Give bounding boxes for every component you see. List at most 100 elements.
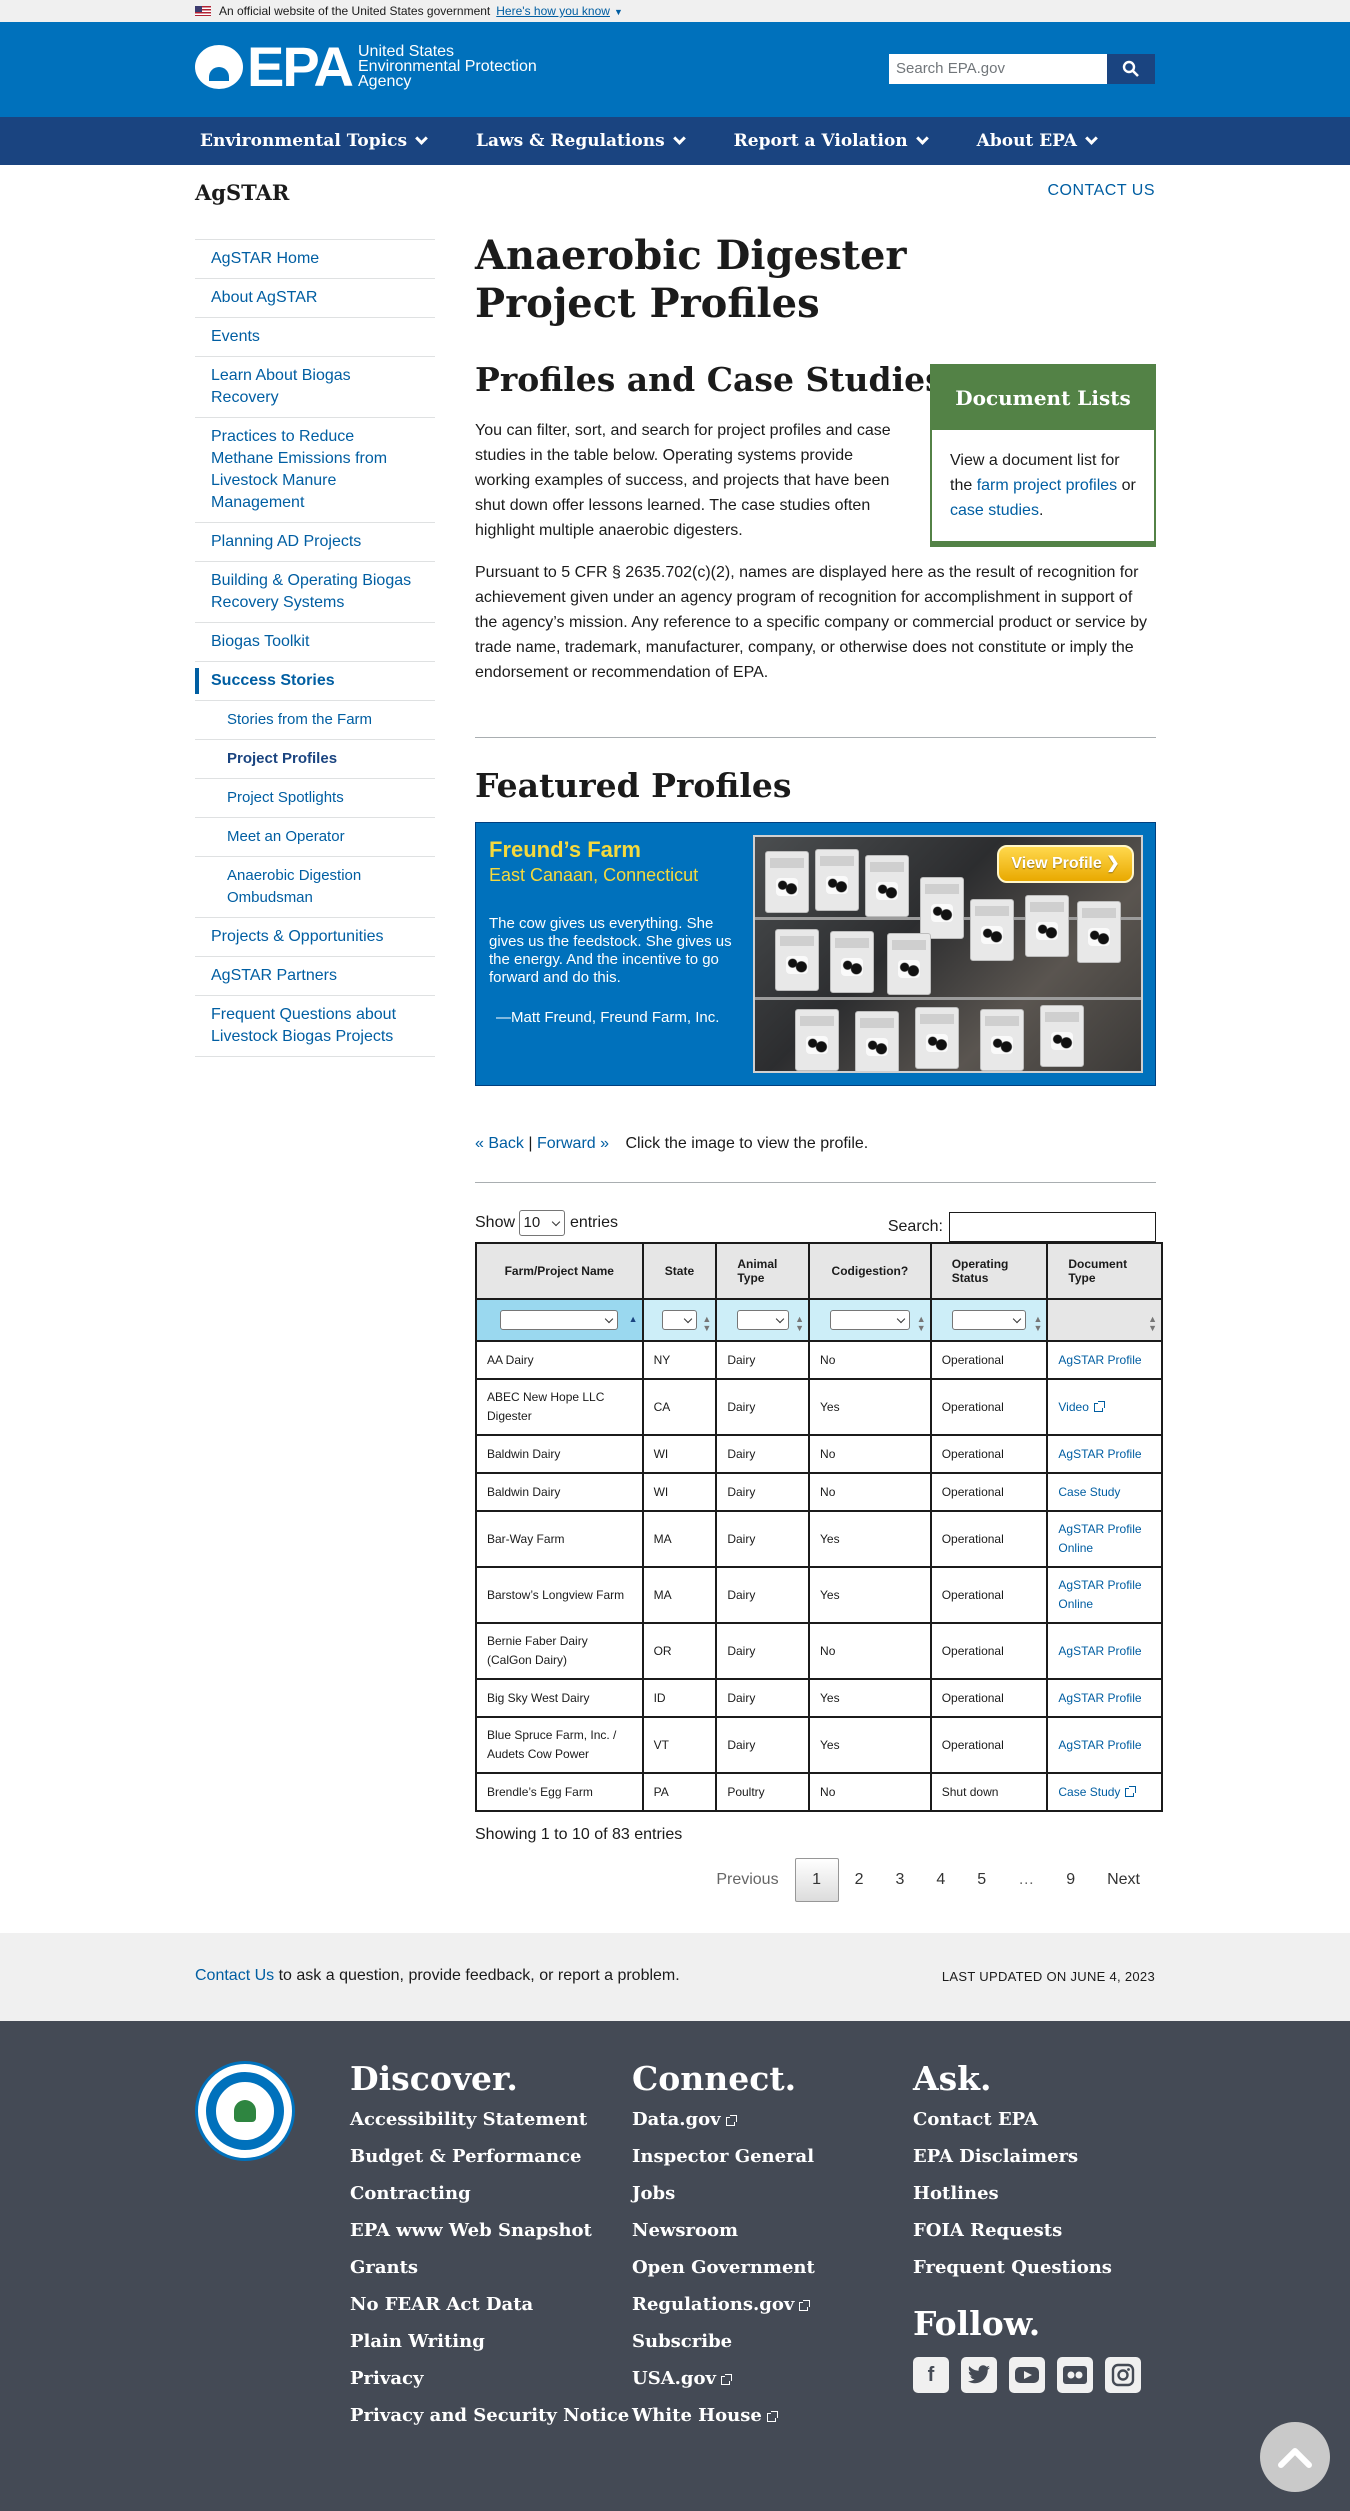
document-link[interactable]: AgSTAR Profile <box>1058 1691 1141 1705</box>
footer-link[interactable]: Subscribe <box>632 2332 815 2352</box>
footer-link[interactable]: EPA Disclaimers <box>913 2147 1141 2167</box>
document-link[interactable]: AgSTAR Profile Online <box>1058 1522 1141 1555</box>
document-link[interactable]: Case Study <box>1058 1485 1120 1499</box>
nav-about-epa[interactable]: About EPA <box>977 117 1098 165</box>
footer-link[interactable]: Plain Writing <box>350 2332 629 2352</box>
previous-page-button[interactable]: Previous <box>700 1859 794 1901</box>
sidebar-item[interactable]: About AgSTAR <box>195 279 435 318</box>
sort-icon[interactable]: ▲ ▼ <box>795 1315 804 1333</box>
page-button[interactable]: 3 <box>879 1859 920 1901</box>
document-link[interactable]: AgSTAR Profile Online <box>1058 1578 1141 1611</box>
epa-seal-icon[interactable] <box>195 2061 295 2161</box>
featured-profile-banner[interactable]: Freund’s Farm East Canaan, Connecticut T… <box>475 822 1156 1086</box>
entries-select[interactable]: 10 <box>519 1210 566 1236</box>
page-button-current[interactable]: 1 <box>794 1858 839 1902</box>
contact-us-link[interactable]: CONTACT US <box>1047 182 1155 200</box>
footer-link[interactable]: Accessibility Statement <box>350 2110 629 2130</box>
microsite-title[interactable]: AgSTAR <box>195 180 289 205</box>
nav-report-violation[interactable]: Report a Violation <box>734 117 929 165</box>
footer-link[interactable]: Frequent Questions <box>913 2258 1141 2278</box>
footer-link[interactable]: Budget & Performance <box>350 2147 629 2167</box>
sidebar-item[interactable]: Biogas Toolkit <box>195 623 435 662</box>
column-header[interactable]: Farm/Project Name <box>475 1242 644 1300</box>
footer-link[interactable]: Grants <box>350 2258 629 2278</box>
footer-link[interactable]: Privacy <box>350 2369 629 2389</box>
page-button[interactable]: 4 <box>920 1859 961 1901</box>
footer-link[interactable]: Newsroom <box>632 2221 815 2241</box>
footer-link[interactable]: Regulations.gov <box>632 2295 815 2315</box>
heres-how-you-know-link[interactable]: Here's how you know <box>496 4 610 18</box>
sidebar-item[interactable]: Frequent Questions about Livestock Bioga… <box>195 996 435 1057</box>
sidebar-item[interactable]: Projects & Opportunities <box>195 918 435 957</box>
column-header[interactable]: Animal Type <box>715 1242 811 1300</box>
sidebar-item[interactable]: Planning AD Projects <box>195 523 435 562</box>
facebook-icon[interactable]: f <box>913 2357 949 2393</box>
document-link[interactable]: Video <box>1058 1400 1088 1414</box>
column-header[interactable]: Document Type <box>1046 1242 1163 1300</box>
footer-link[interactable]: Privacy and Security Notice <box>350 2406 629 2426</box>
document-link[interactable]: AgSTAR Profile <box>1058 1738 1141 1752</box>
footer-link[interactable]: White House <box>632 2406 815 2426</box>
column-header[interactable]: Operating Status <box>929 1242 1049 1300</box>
sidebar-subitem-project-profiles[interactable]: Project Profiles <box>195 740 435 779</box>
youtube-icon[interactable] <box>1009 2357 1045 2393</box>
animal-filter-select[interactable] <box>736 1310 789 1330</box>
status-filter-select[interactable] <box>952 1310 1027 1330</box>
page-button[interactable]: 5 <box>961 1859 1002 1901</box>
sort-icon[interactable]: ▲ ▼ <box>1033 1315 1042 1333</box>
name-filter-select[interactable] <box>500 1310 619 1330</box>
column-header[interactable]: State <box>641 1242 718 1300</box>
nav-environmental-topics[interactable]: Environmental Topics <box>200 117 428 165</box>
sidebar-item[interactable]: AgSTAR Home <box>195 240 435 279</box>
sort-icon[interactable]: ▲ ▼ <box>917 1315 926 1333</box>
twitter-icon[interactable] <box>961 2357 997 2393</box>
search-input[interactable]: Search EPA.gov <box>889 54 1107 84</box>
sort-icon[interactable]: ▲ ▼ <box>702 1315 711 1333</box>
epa-logo[interactable]: EPA United States Environmental Protecti… <box>195 38 537 94</box>
sidebar-item[interactable]: AgSTAR Partners <box>195 957 435 996</box>
footer-link[interactable]: FOIA Requests <box>913 2221 1141 2241</box>
document-link[interactable]: AgSTAR Profile <box>1058 1644 1141 1658</box>
footer-link[interactable]: Data.gov <box>632 2110 815 2130</box>
next-page-button[interactable]: Next <box>1091 1859 1156 1901</box>
sidebar-item[interactable]: Events <box>195 318 435 357</box>
sidebar-subitem[interactable]: Anaerobic Digestion Ombudsman <box>195 857 435 918</box>
footer-link[interactable]: Inspector General <box>632 2147 815 2167</box>
footer-link[interactable]: EPA www Web Snapshot <box>350 2221 629 2241</box>
sidebar-item[interactable]: Building & Operating Biogas Recovery Sys… <box>195 562 435 623</box>
sort-asc-icon[interactable]: ▲ <box>629 1315 638 1324</box>
footer-contact-us-link[interactable]: Contact Us <box>195 1967 274 1984</box>
table-search-input[interactable] <box>949 1212 1156 1242</box>
document-link[interactable]: AgSTAR Profile <box>1058 1353 1141 1367</box>
sidebar-subitem[interactable]: Project Spotlights <box>195 779 435 818</box>
nav-laws-regulations[interactable]: Laws & Regulations <box>476 117 686 165</box>
footer-link[interactable]: Contracting <box>350 2184 629 2204</box>
footer-link[interactable]: Jobs <box>632 2184 815 2204</box>
view-profile-button[interactable]: View Profile ❯ <box>997 845 1134 883</box>
footer-link[interactable]: USA.gov <box>632 2369 815 2389</box>
document-link[interactable]: Case Study <box>1058 1785 1120 1799</box>
instagram-icon[interactable] <box>1105 2357 1141 2393</box>
footer-link[interactable]: Contact EPA <box>913 2110 1141 2130</box>
back-to-top-button[interactable] <box>1260 2422 1330 2492</box>
state-filter-select[interactable] <box>661 1310 697 1330</box>
codigestion-filter-select[interactable] <box>829 1310 910 1330</box>
column-header[interactable]: Codigestion? <box>808 1242 932 1300</box>
search-button[interactable] <box>1107 54 1155 84</box>
flickr-icon[interactable] <box>1057 2357 1093 2393</box>
sidebar-subitem[interactable]: Meet an Operator <box>195 818 435 857</box>
page-button[interactable]: 2 <box>839 1859 880 1901</box>
footer-link[interactable]: Hotlines <box>913 2184 1141 2204</box>
sidebar-item[interactable]: Learn About Biogas Recovery <box>195 357 435 418</box>
back-link[interactable]: « Back <box>475 1135 524 1152</box>
sidebar-subitem[interactable]: Stories from the Farm <box>195 701 435 740</box>
farm-project-profiles-link[interactable]: farm project profiles <box>977 477 1118 494</box>
footer-link[interactable]: Open Government <box>632 2258 815 2278</box>
document-link[interactable]: AgSTAR Profile <box>1058 1447 1141 1461</box>
case-studies-link[interactable]: case studies <box>950 502 1039 519</box>
sort-icon[interactable]: ▲ ▼ <box>1148 1315 1157 1333</box>
sidebar-item-success-stories[interactable]: Success Stories <box>195 662 435 701</box>
forward-link[interactable]: Forward » <box>537 1135 609 1152</box>
page-button[interactable]: 9 <box>1050 1859 1091 1901</box>
sidebar-item[interactable]: Practices to Reduce Methane Emissions fr… <box>195 418 435 523</box>
